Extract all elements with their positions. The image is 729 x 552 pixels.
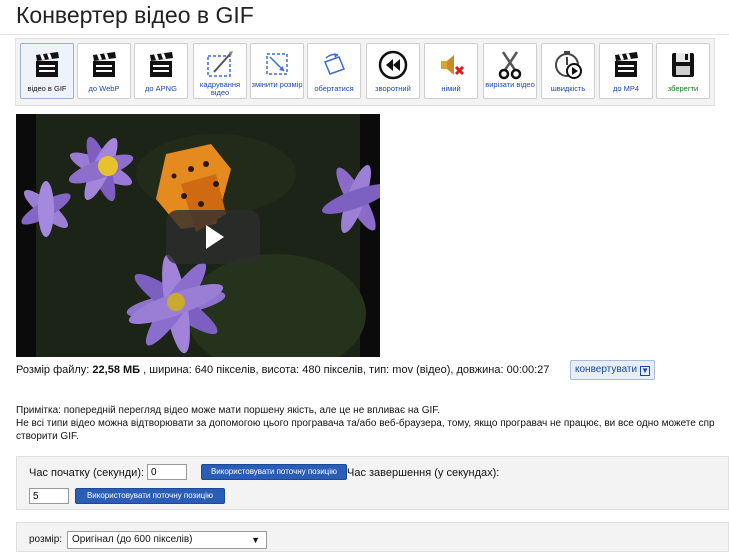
- note-line: Примітка: попередній перегляд відео може…: [16, 405, 441, 416]
- size-panel: розмір: Оригінал (до 600 пікселів) ▼: [16, 522, 729, 552]
- save-disk-icon: [657, 50, 709, 82]
- tool-label: до MP4: [612, 84, 640, 93]
- tool-label: німий: [441, 84, 461, 93]
- tool-reverse[interactable]: зворотний: [366, 43, 420, 99]
- file-details: , ширина: 640 пікселів, висота: 480 пікс…: [140, 364, 550, 376]
- use-current-position-start-button[interactable]: Використовувати поточну позицію: [201, 464, 347, 480]
- tool-video-to-gif[interactable]: відео в GIF: [20, 43, 74, 99]
- resize-icon: [251, 50, 303, 82]
- file-info: Розмір файлу: 22,58 МБ , ширина: 640 пік…: [16, 364, 549, 376]
- clapperboard-mp4-icon: [600, 50, 652, 82]
- time-panel: Час початку (секунди): Використовувати п…: [16, 456, 729, 510]
- tool-label: швидкість: [550, 84, 586, 93]
- convert-label: конвертувати: [575, 364, 638, 375]
- clapperboard-gif-icon: [21, 50, 73, 82]
- clapperboard-apng-icon: [135, 50, 187, 82]
- arrow-down-icon: ▼: [640, 366, 651, 376]
- tool-save[interactable]: зберегти: [656, 43, 710, 99]
- file-size-label: Розмір файлу:: [16, 364, 93, 376]
- tool-crop-video[interactable]: кадрування відео: [193, 43, 247, 99]
- tool-to-apng[interactable]: до APNG: [134, 43, 188, 99]
- play-button[interactable]: [166, 210, 260, 264]
- tool-label: відео в GIF: [27, 84, 67, 93]
- tool-speed[interactable]: швидкість: [541, 43, 595, 99]
- clapperboard-webp-icon: [78, 50, 130, 82]
- tool-cut-video[interactable]: вирізати відео: [483, 43, 537, 99]
- size-label: розмір:: [29, 534, 63, 545]
- tool-label: змінити розмір: [251, 80, 303, 89]
- tool-rotate[interactable]: обертатися: [307, 43, 361, 99]
- tool-label: зберегти: [667, 84, 699, 93]
- video-preview[interactable]: [16, 114, 380, 357]
- tool-to-webp[interactable]: до WebP: [77, 43, 131, 99]
- size-selected-value: Оригінал (до 600 пікселів): [72, 534, 193, 545]
- note: Примітка: попередній перегляд відео може…: [16, 404, 729, 443]
- divider: [0, 34, 729, 35]
- note-line: Не всі типи відео можна відтворювати за …: [16, 418, 715, 429]
- file-size-value: 22,58 МБ: [92, 364, 141, 376]
- tool-label: вирізати відео: [485, 80, 535, 89]
- end-time-label: Час завершення (у секундах):: [347, 467, 500, 479]
- tool-label: кадрування відео: [199, 80, 241, 97]
- tool-resize[interactable]: змінити розмір: [250, 43, 304, 99]
- start-time-input[interactable]: [147, 464, 187, 480]
- crop-icon: [194, 50, 246, 82]
- tool-to-mp4[interactable]: до MP4: [599, 43, 653, 99]
- note-line: створити GIF.: [16, 431, 79, 442]
- size-select[interactable]: Оригінал (до 600 пікселів) ▼: [67, 531, 267, 549]
- chevron-down-icon: ▼: [251, 535, 260, 545]
- tool-label: до WebP: [88, 84, 120, 93]
- convert-button[interactable]: конвертувати ▼: [570, 360, 656, 380]
- tool-mute[interactable]: німий: [424, 43, 478, 99]
- tool-label: зворотний: [375, 84, 411, 93]
- speed-icon: [542, 50, 594, 82]
- tool-label: до APNG: [145, 84, 177, 93]
- rotate-icon: [308, 50, 360, 82]
- use-current-position-end-button[interactable]: Використовувати поточну позицію: [75, 488, 225, 504]
- scissors-icon: [484, 50, 536, 82]
- rewind-icon: [367, 50, 419, 82]
- mute-icon: [425, 50, 477, 82]
- end-time-input[interactable]: [29, 488, 69, 504]
- play-icon: [206, 225, 224, 249]
- tool-label: обертатися: [314, 84, 354, 93]
- page-title: Конвертер відео в GIF: [16, 2, 254, 28]
- toolbar: відео в GIF до WebP до APNG кадрування в…: [15, 38, 715, 106]
- start-time-label: Час початку (секунди):: [29, 467, 145, 479]
